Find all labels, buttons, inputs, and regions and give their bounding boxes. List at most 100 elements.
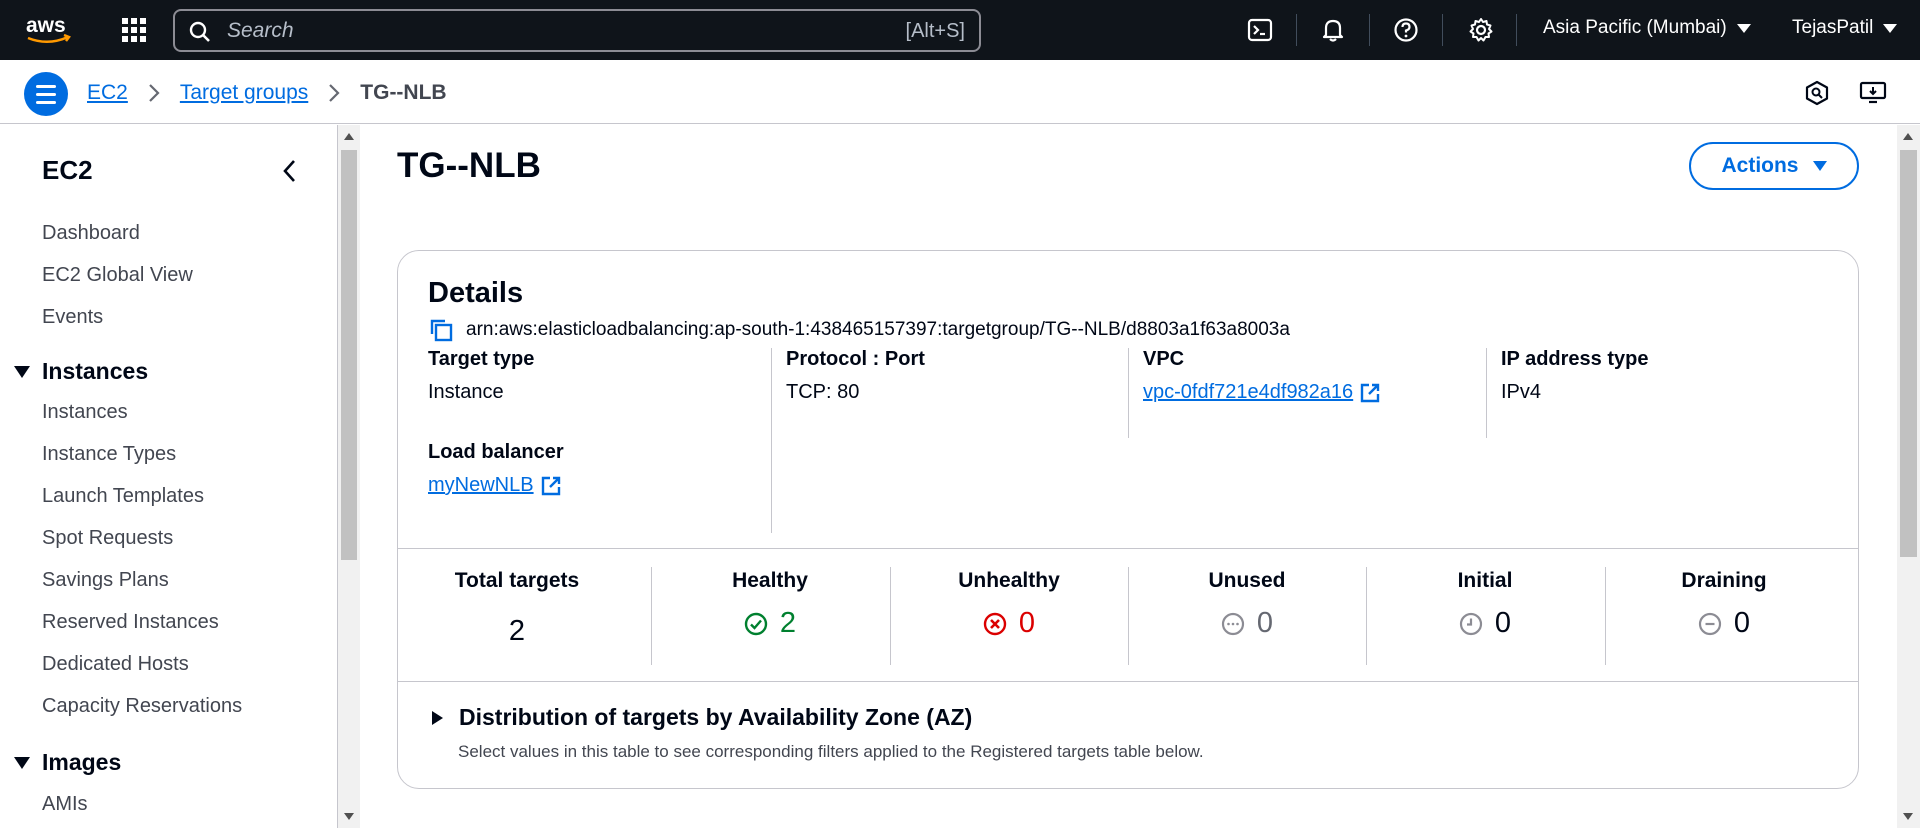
notifications-bell-icon[interactable]	[1318, 15, 1348, 45]
load-balancer-link[interactable]: myNewNLB	[428, 474, 562, 497]
stat-label: Unused	[1208, 569, 1286, 592]
page-title: TG--NLB	[397, 146, 541, 185]
vpc-field: VPC vpc-0fdf721e4df982a16	[1143, 348, 1381, 404]
sidebar-section-images[interactable]: Images	[14, 749, 121, 776]
scroll-down-arrow-icon[interactable]	[1903, 813, 1913, 820]
stat-unused[interactable]: Unused 0	[1128, 569, 1366, 640]
sidebar-item-instance-types[interactable]: Instance Types	[42, 443, 176, 466]
expand-triangle-icon	[14, 756, 30, 769]
security-shield-icon[interactable]	[1802, 78, 1832, 108]
side-navigation: EC2 Dashboard EC2 Global View Events Ins…	[0, 125, 338, 828]
arn-row: arn:aws:elasticloadbalancing:ap-south-1:…	[428, 317, 1290, 343]
cloudshell-icon[interactable]	[1245, 15, 1275, 45]
breadcrumb-link-ec2[interactable]: EC2	[87, 81, 128, 105]
aws-logo[interactable]: aws	[24, 12, 74, 48]
sidebar-section-label: Instances	[42, 358, 149, 384]
collapse-sidebar-icon[interactable]	[280, 158, 300, 184]
account-menu[interactable]: TejasPatil	[1792, 17, 1898, 39]
stat-value: 0	[1494, 607, 1512, 639]
actions-button-label: Actions	[1721, 154, 1799, 177]
ip-address-type-field: IP address type IPv4	[1501, 348, 1648, 404]
copy-icon[interactable]	[428, 317, 454, 343]
sidebar-item-dashboard[interactable]: Dashboard	[42, 222, 140, 245]
search-icon	[189, 21, 210, 42]
breadcrumb-bar: EC2 Target groups TG--NLB	[0, 60, 1920, 124]
stat-initial[interactable]: Initial 0	[1366, 569, 1604, 640]
vpc-label: VPC	[1143, 348, 1185, 370]
sidebar-item-savings-plans[interactable]: Savings Plans	[42, 569, 169, 592]
stat-total-targets[interactable]: Total targets 2	[398, 569, 636, 648]
search-input[interactable]	[227, 11, 827, 50]
main-scrollbar[interactable]	[1897, 125, 1920, 828]
expand-triangle-icon	[14, 365, 30, 378]
top-navigation-bar: aws [Alt+S]	[0, 0, 1920, 60]
sidebar-item-spot-requests[interactable]: Spot Requests	[42, 527, 173, 550]
vpc-link[interactable]: vpc-0fdf721e4df982a16	[1143, 381, 1381, 404]
protocol-port-label: Protocol : Port	[786, 348, 925, 370]
stat-value: 2	[508, 615, 526, 647]
vpc-value: vpc-0fdf721e4df982a16	[1143, 381, 1354, 403]
distribution-expander[interactable]: Distribution of targets by Availability …	[432, 704, 972, 731]
breadcrumb-link-target-groups[interactable]: Target groups	[180, 81, 308, 105]
sidebar-item-amis[interactable]: AMIs	[42, 793, 88, 816]
column-divider	[1486, 348, 1487, 438]
screen-display-icon[interactable]	[1858, 78, 1888, 108]
minus-circle-icon	[1698, 612, 1722, 635]
target-type-value: Instance	[428, 381, 504, 403]
side-menu-toggle-button[interactable]	[24, 72, 68, 116]
expand-triangle-icon	[432, 710, 443, 725]
column-divider	[771, 348, 772, 533]
sidebar-item-reserved-instances[interactable]: Reserved Instances	[42, 611, 219, 634]
stat-value: 0	[1256, 607, 1274, 639]
stat-label: Unhealthy	[958, 569, 1060, 592]
scrollbar-thumb[interactable]	[341, 150, 357, 560]
stat-value: 0	[1733, 607, 1751, 639]
load-balancer-field: Load balancer myNewNLB	[428, 441, 564, 497]
search-bar[interactable]: [Alt+S]	[173, 9, 981, 52]
sidebar-item-instances[interactable]: Instances	[42, 401, 128, 424]
ip-address-type-label: IP address type	[1501, 348, 1649, 370]
search-shortcut-hint: [Alt+S]	[905, 20, 965, 42]
chevron-right-icon	[329, 84, 340, 102]
external-link-icon	[541, 476, 560, 495]
sidebar-item-launch-templates[interactable]: Launch Templates	[42, 485, 204, 508]
target-type-field: Target type Instance	[428, 348, 534, 404]
caret-down-icon	[1812, 161, 1827, 171]
scroll-up-arrow-icon[interactable]	[344, 133, 354, 140]
ip-address-type-value: IPv4	[1501, 381, 1542, 403]
arn-value: arn:aws:elasticloadbalancing:ap-south-1:…	[466, 319, 1290, 340]
scrollbar-thumb[interactable]	[1900, 150, 1917, 557]
check-circle-icon	[744, 612, 768, 635]
clock-circle-icon	[1459, 612, 1483, 635]
help-icon[interactable]	[1391, 15, 1421, 45]
scroll-down-arrow-icon[interactable]	[344, 813, 354, 820]
sidebar-item-capacity-reservations[interactable]: Capacity Reservations	[42, 695, 242, 718]
section-divider	[398, 548, 1858, 549]
nav-divider	[1369, 14, 1370, 46]
sidebar-item-events[interactable]: Events	[42, 306, 103, 329]
stat-draining[interactable]: Draining 0	[1605, 569, 1843, 640]
sidebar-section-instances[interactable]: Instances	[14, 358, 148, 385]
section-divider	[398, 681, 1858, 682]
stat-unhealthy[interactable]: Unhealthy 0	[890, 569, 1128, 640]
username-label: TejasPatil	[1792, 17, 1874, 38]
protocol-port-field: Protocol : Port TCP: 80	[786, 348, 925, 404]
load-balancer-label: Load balancer	[428, 441, 564, 463]
sidebar-item-dedicated-hosts[interactable]: Dedicated Hosts	[42, 653, 189, 676]
region-selector[interactable]: Asia Pacific (Mumbai)	[1543, 17, 1751, 39]
column-divider	[1128, 348, 1129, 438]
stat-healthy[interactable]: Healthy 2	[651, 569, 889, 640]
ellipsis-circle-icon	[1221, 612, 1245, 635]
protocol-port-value: TCP: 80	[786, 381, 860, 403]
sidebar-item-ec2-global-view[interactable]: EC2 Global View	[42, 264, 193, 287]
sidebar-section-label: Images	[42, 749, 122, 775]
services-grid-icon[interactable]	[120, 16, 148, 44]
actions-button[interactable]: Actions	[1689, 142, 1859, 190]
scroll-up-arrow-icon[interactable]	[1903, 133, 1913, 140]
nav-divider	[1516, 14, 1517, 46]
load-balancer-value: myNewNLB	[428, 474, 534, 496]
nav-divider	[1296, 14, 1297, 46]
sidebar-title[interactable]: EC2	[42, 155, 93, 186]
settings-gear-icon[interactable]	[1466, 15, 1496, 45]
sidebar-scrollbar[interactable]	[338, 125, 360, 828]
